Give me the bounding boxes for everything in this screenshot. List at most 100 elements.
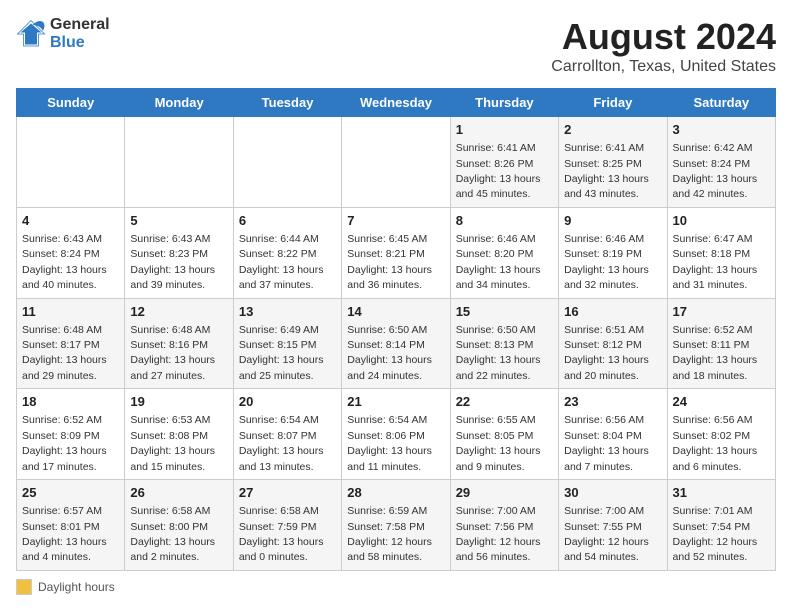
weekday-header-friday: Friday bbox=[559, 89, 667, 117]
day-number: 24 bbox=[673, 393, 770, 411]
calendar-table: SundayMondayTuesdayWednesdayThursdayFrid… bbox=[16, 88, 776, 571]
day-info: Sunrise: 6:54 AM Sunset: 8:07 PM Dayligh… bbox=[239, 414, 324, 472]
day-info: Sunrise: 6:55 AM Sunset: 8:05 PM Dayligh… bbox=[456, 414, 541, 472]
calendar-cell bbox=[17, 117, 125, 208]
title-block: August 2024 Carrollton, Texas, United St… bbox=[551, 16, 776, 76]
calendar-cell: 10Sunrise: 6:47 AM Sunset: 8:18 PM Dayli… bbox=[667, 207, 775, 298]
day-info: Sunrise: 6:44 AM Sunset: 8:22 PM Dayligh… bbox=[239, 233, 324, 291]
day-number: 30 bbox=[564, 484, 661, 502]
day-number: 21 bbox=[347, 393, 444, 411]
day-number: 19 bbox=[130, 393, 227, 411]
calendar-cell bbox=[233, 117, 341, 208]
day-number: 18 bbox=[22, 393, 119, 411]
calendar-cell: 30 Sunrise: 7:00 AM Sunset: 7:55 PM Dayli… bbox=[559, 480, 667, 571]
day-info: Sunrise: 6:57 AM Sunset: 8:01 PM Dayligh… bbox=[22, 505, 107, 563]
day-number: 5 bbox=[130, 212, 227, 230]
day-number: 20 bbox=[239, 393, 336, 411]
weekday-header-row: SundayMondayTuesdayWednesdayThursdayFrid… bbox=[17, 89, 776, 117]
day-number: 15 bbox=[456, 303, 553, 321]
day-info: Sunrise: 6:58 AM Sunset: 7:59 PM Dayligh… bbox=[239, 505, 324, 563]
day-number: 29 bbox=[456, 484, 553, 502]
page-title: August 2024 bbox=[551, 16, 776, 58]
day-info: Sunrise: 6:53 AM Sunset: 8:08 PM Dayligh… bbox=[130, 414, 215, 472]
day-info: Sunrise: 6:46 AM Sunset: 8:19 PM Dayligh… bbox=[564, 233, 649, 291]
calendar-cell: 4 Sunrise: 6:43 AM Sunset: 8:24 PM Daylig… bbox=[17, 207, 125, 298]
calendar-week-row: 18Sunrise: 6:52 AM Sunset: 8:09 PM Dayli… bbox=[17, 389, 776, 480]
page-header: General Blue August 2024 Carrollton, Tex… bbox=[16, 16, 776, 76]
calendar-cell: 21 Sunrise: 6:54 AM Sunset: 8:06 PM Dayli… bbox=[342, 389, 450, 480]
calendar-cell: 26 Sunrise: 6:58 AM Sunset: 8:00 PM Dayli… bbox=[125, 480, 233, 571]
day-number: 2 bbox=[564, 121, 661, 139]
day-info: Sunrise: 6:41 AM Sunset: 8:26 PM Dayligh… bbox=[456, 142, 541, 200]
day-info: Sunrise: 6:47 AM Sunset: 8:18 PM Dayligh… bbox=[673, 233, 758, 291]
calendar-cell: 31Sunrise: 7:01 AM Sunset: 7:54 PM Dayli… bbox=[667, 480, 775, 571]
calendar-week-row: 25 Sunrise: 6:57 AM Sunset: 8:01 PM Dayli… bbox=[17, 480, 776, 571]
calendar-cell: 19 Sunrise: 6:53 AM Sunset: 8:08 PM Dayli… bbox=[125, 389, 233, 480]
calendar-cell: 9 Sunrise: 6:46 AM Sunset: 8:19 PM Daylig… bbox=[559, 207, 667, 298]
day-number: 8 bbox=[456, 212, 553, 230]
day-number: 26 bbox=[130, 484, 227, 502]
day-info: Sunrise: 6:41 AM Sunset: 8:25 PM Dayligh… bbox=[564, 142, 649, 200]
day-number: 14 bbox=[347, 303, 444, 321]
day-number: 1 bbox=[456, 121, 553, 139]
calendar-cell: 17Sunrise: 6:52 AM Sunset: 8:11 PM Dayli… bbox=[667, 298, 775, 389]
calendar-cell: 2 Sunrise: 6:41 AM Sunset: 8:25 PM Daylig… bbox=[559, 117, 667, 208]
logo-line2: Blue bbox=[50, 34, 110, 52]
calendar-week-row: 1 Sunrise: 6:41 AM Sunset: 8:26 PM Daylig… bbox=[17, 117, 776, 208]
weekday-header-tuesday: Tuesday bbox=[233, 89, 341, 117]
day-info: Sunrise: 6:42 AM Sunset: 8:24 PM Dayligh… bbox=[673, 142, 758, 200]
weekday-header-saturday: Saturday bbox=[667, 89, 775, 117]
calendar-cell: 8 Sunrise: 6:46 AM Sunset: 8:20 PM Daylig… bbox=[450, 207, 558, 298]
day-number: 9 bbox=[564, 212, 661, 230]
weekday-header-monday: Monday bbox=[125, 89, 233, 117]
day-number: 12 bbox=[130, 303, 227, 321]
day-number: 3 bbox=[673, 121, 770, 139]
day-info: Sunrise: 6:54 AM Sunset: 8:06 PM Dayligh… bbox=[347, 414, 432, 472]
day-number: 28 bbox=[347, 484, 444, 502]
calendar-cell: 24Sunrise: 6:56 AM Sunset: 8:02 PM Dayli… bbox=[667, 389, 775, 480]
calendar-cell: 7 Sunrise: 6:45 AM Sunset: 8:21 PM Daylig… bbox=[342, 207, 450, 298]
day-info: Sunrise: 7:00 AM Sunset: 7:55 PM Dayligh… bbox=[564, 505, 649, 563]
day-number: 4 bbox=[22, 212, 119, 230]
calendar-cell bbox=[342, 117, 450, 208]
day-number: 25 bbox=[22, 484, 119, 502]
page-subtitle: Carrollton, Texas, United States bbox=[551, 58, 776, 76]
day-number: 31 bbox=[673, 484, 770, 502]
day-number: 23 bbox=[564, 393, 661, 411]
day-number: 6 bbox=[239, 212, 336, 230]
calendar-cell: 18Sunrise: 6:52 AM Sunset: 8:09 PM Dayli… bbox=[17, 389, 125, 480]
calendar-cell: 28Sunrise: 6:59 AM Sunset: 7:58 PM Dayli… bbox=[342, 480, 450, 571]
day-info: Sunrise: 6:45 AM Sunset: 8:21 PM Dayligh… bbox=[347, 233, 432, 291]
weekday-header-wednesday: Wednesday bbox=[342, 89, 450, 117]
day-number: 16 bbox=[564, 303, 661, 321]
day-number: 13 bbox=[239, 303, 336, 321]
calendar-cell: 11 Sunrise: 6:48 AM Sunset: 8:17 PM Dayli… bbox=[17, 298, 125, 389]
day-info: Sunrise: 6:51 AM Sunset: 8:12 PM Dayligh… bbox=[564, 324, 649, 382]
calendar-cell: 1 Sunrise: 6:41 AM Sunset: 8:26 PM Daylig… bbox=[450, 117, 558, 208]
weekday-header-thursday: Thursday bbox=[450, 89, 558, 117]
day-info: Sunrise: 6:48 AM Sunset: 8:16 PM Dayligh… bbox=[130, 324, 215, 382]
calendar-cell: 5Sunrise: 6:43 AM Sunset: 8:23 PM Daylig… bbox=[125, 207, 233, 298]
day-info: Sunrise: 6:58 AM Sunset: 8:00 PM Dayligh… bbox=[130, 505, 215, 563]
day-info: Sunrise: 6:56 AM Sunset: 8:04 PM Dayligh… bbox=[564, 414, 649, 472]
calendar-cell: 29Sunrise: 7:00 AM Sunset: 7:56 PM Dayli… bbox=[450, 480, 558, 571]
day-info: Sunrise: 6:48 AM Sunset: 8:17 PM Dayligh… bbox=[22, 324, 107, 382]
calendar-week-row: 11 Sunrise: 6:48 AM Sunset: 8:17 PM Dayli… bbox=[17, 298, 776, 389]
calendar-cell: 12 Sunrise: 6:48 AM Sunset: 8:16 PM Dayli… bbox=[125, 298, 233, 389]
day-info: Sunrise: 6:50 AM Sunset: 8:13 PM Dayligh… bbox=[456, 324, 541, 382]
calendar-cell: 20 Sunrise: 6:54 AM Sunset: 8:07 PM Dayli… bbox=[233, 389, 341, 480]
day-number: 7 bbox=[347, 212, 444, 230]
day-info: Sunrise: 6:46 AM Sunset: 8:20 PM Dayligh… bbox=[456, 233, 541, 291]
daylight-legend-icon bbox=[16, 579, 32, 595]
weekday-header-sunday: Sunday bbox=[17, 89, 125, 117]
calendar-week-row: 4 Sunrise: 6:43 AM Sunset: 8:24 PM Daylig… bbox=[17, 207, 776, 298]
day-number: 17 bbox=[673, 303, 770, 321]
calendar-cell bbox=[125, 117, 233, 208]
daylight-legend-label: Daylight hours bbox=[38, 580, 115, 594]
calendar-cell: 22 Sunrise: 6:55 AM Sunset: 8:05 PM Dayli… bbox=[450, 389, 558, 480]
logo-icon bbox=[16, 19, 46, 49]
day-info: Sunrise: 6:43 AM Sunset: 8:24 PM Dayligh… bbox=[22, 233, 107, 291]
day-number: 22 bbox=[456, 393, 553, 411]
day-number: 11 bbox=[22, 303, 119, 321]
logo-text: General Blue bbox=[50, 16, 110, 51]
